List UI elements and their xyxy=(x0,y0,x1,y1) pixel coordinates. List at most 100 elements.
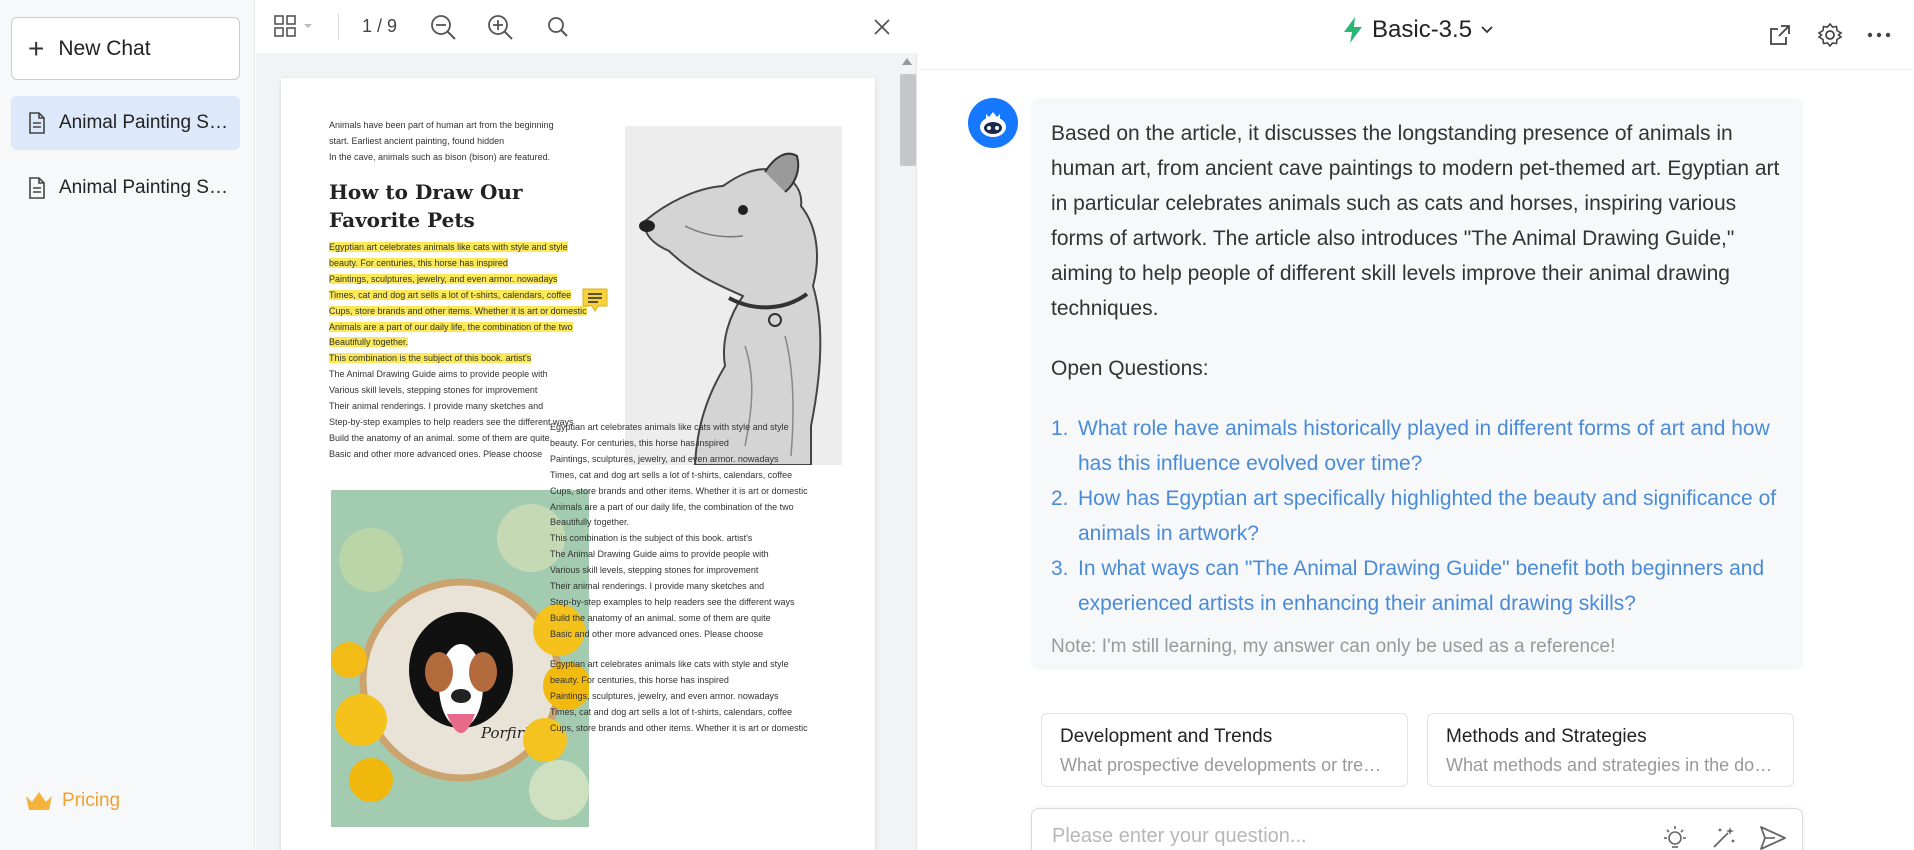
model-selector[interactable]: Basic-3.5 xyxy=(1342,16,1504,44)
pdf-text-line: Their animal renderings. I provide many … xyxy=(550,581,765,592)
bot-message: Based on the article, it discusses the l… xyxy=(1031,98,1803,670)
document-title: Animal Painting Skills xyxy=(59,177,229,198)
search-button[interactable] xyxy=(543,12,573,42)
pdf-text-line: Times, cat and dog art sells a lot of t-… xyxy=(550,469,793,480)
zoom-out-icon xyxy=(431,15,456,40)
open-question-item[interactable]: 1. What role have animals historically p… xyxy=(1051,411,1783,481)
close-icon xyxy=(874,19,890,35)
plus-icon: + xyxy=(28,32,45,64)
open-questions-title: Open Questions: xyxy=(1051,357,1209,380)
pdf-title: How to Draw Our Favorite Pets xyxy=(329,178,559,234)
new-chat-label: New Chat xyxy=(58,36,151,60)
pdf-text-line: The Animal Drawing Guide aims to provide… xyxy=(329,369,548,380)
pdf-text-line: Step-by-step examples to help readers se… xyxy=(550,596,795,607)
pdf-text-line: Egyptian art celebrates animals like cat… xyxy=(550,422,789,432)
pdf-highlighted-text[interactable]: Egyptian art celebrates animals like cat… xyxy=(329,240,587,463)
sidebar-document-item-1[interactable]: Animal Painting Skills xyxy=(11,96,240,150)
chat-header: Basic-3.5 xyxy=(918,0,1914,70)
thumbnail-grid-button[interactable] xyxy=(272,12,318,42)
more-options-button[interactable] xyxy=(1864,20,1894,50)
zoom-in-icon xyxy=(488,15,513,40)
pricing-link[interactable]: Pricing xyxy=(24,790,120,812)
pdf-text-line: Egyptian art celebrates animals like cat… xyxy=(550,659,789,669)
highlighted-line: Times, cat and dog art sells a lot of t-… xyxy=(329,289,572,300)
scroll-up-arrow[interactable] xyxy=(902,58,912,65)
search-icon xyxy=(548,17,568,37)
document-icon xyxy=(29,177,45,199)
gear-icon xyxy=(1817,22,1843,48)
pdf-title-line: Favorite Pets xyxy=(329,208,475,232)
pdf-text-line: Cups, store brands and other items. Whet… xyxy=(550,722,808,733)
grid-icon xyxy=(274,15,312,37)
zoom-in-button[interactable] xyxy=(485,12,515,42)
pdf-text-line: Cups, store brands and other items. Whet… xyxy=(550,485,808,496)
open-questions-list: 1. What role have animals historically p… xyxy=(1051,411,1783,621)
close-viewer-button[interactable] xyxy=(867,12,897,42)
open-question-item[interactable]: 2. How has Egyptian art specifically hig… xyxy=(1051,481,1783,551)
open-question-item[interactable]: 3. In what ways can "The Animal Drawing … xyxy=(1051,551,1783,621)
pdf-right-column-text-2: Egyptian art celebrates animals like cat… xyxy=(550,657,808,737)
viewer-scrollbar[interactable] xyxy=(899,58,915,850)
pdf-text-line: Basic and other more advanced ones. Plea… xyxy=(329,448,543,459)
dog-sketch-illustration xyxy=(625,126,842,465)
chat-panel: Basic-3.5 Based on the article, it discu… xyxy=(918,0,1914,850)
highlighted-line: Cups, store brands and other items. Whet… xyxy=(329,305,587,316)
highlighted-line: Beautifully together. xyxy=(329,337,409,348)
send-icon xyxy=(1760,826,1786,850)
new-chat-button[interactable]: + New Chat xyxy=(11,17,240,80)
pdf-text-line: Times, cat and dog art sells a lot of t-… xyxy=(550,706,793,717)
pdf-text-line: Animals are a part of our daily life, th… xyxy=(550,501,794,512)
chevron-down-icon xyxy=(1481,26,1493,34)
app-window: + New Chat Animal Painting Skills Animal… xyxy=(0,0,1914,850)
pdf-text-line: Build the anatomy of an animal. some of … xyxy=(329,432,550,443)
model-name: Basic-3.5 xyxy=(1372,16,1473,43)
magic-wand-button[interactable] xyxy=(1708,823,1738,850)
pdf-text-line: This combination is the subject of this … xyxy=(550,533,753,544)
question-number: 2. xyxy=(1051,487,1069,510)
pdf-text-line: Paintings, sculptures, jewelry, and even… xyxy=(550,690,779,701)
external-link-icon xyxy=(1770,25,1790,45)
suggestion-card-development[interactable]: Development and Trends What prospective … xyxy=(1041,713,1408,787)
send-button[interactable] xyxy=(1758,823,1788,850)
pdf-text-line: Step-by-step examples to help readers se… xyxy=(329,416,574,427)
pdf-viewer: 1 / 9 Animals have been part of human ar… xyxy=(256,0,917,850)
dog-sketch-image xyxy=(625,126,842,465)
tips-button[interactable] xyxy=(1660,823,1690,850)
sidebar-document-item-2[interactable]: Animal Painting Skills xyxy=(11,161,240,215)
suggestion-card-methods[interactable]: Methods and Strategies What methods and … xyxy=(1427,713,1794,787)
question-input[interactable] xyxy=(1052,825,1612,848)
pdf-page: Animals have been part of human art from… xyxy=(281,78,875,850)
question-text: What role have animals historically play… xyxy=(1078,417,1770,475)
question-text: In what ways can "The Animal Drawing Gui… xyxy=(1078,557,1765,615)
page-counter: 1 / 9 xyxy=(362,16,398,36)
annotation-note-icon[interactable] xyxy=(581,287,609,313)
document-title: Animal Painting Skills xyxy=(59,112,229,133)
suggestion-title: Methods and Strategies xyxy=(1446,726,1647,747)
pdf-text-line: Paintings, sculptures, jewelry, and even… xyxy=(550,453,779,464)
highlighted-line: This combination is the subject of this … xyxy=(329,353,532,364)
suggestion-title: Development and Trends xyxy=(1060,726,1273,747)
highlighted-line: beauty. For centuries, this horse has in… xyxy=(329,257,508,268)
pdf-text-line: Various skill levels, stepping stones fo… xyxy=(550,565,759,576)
pdf-text-line: Basic and other more advanced ones. Plea… xyxy=(550,628,764,639)
viewer-scrollbar-thumb[interactable] xyxy=(900,74,916,166)
viewer-toolbar: 1 / 9 xyxy=(256,0,917,53)
sidebar: + New Chat Animal Painting Skills Animal… xyxy=(0,0,255,850)
magic-wand-icon xyxy=(1713,827,1735,848)
open-external-button[interactable] xyxy=(1765,20,1795,50)
highlighted-line: Egyptian art celebrates animals like cat… xyxy=(329,242,568,252)
answer-text: Based on the article, it discusses the l… xyxy=(1051,122,1780,320)
document-icon xyxy=(29,112,45,134)
pdf-right-column-text: Egyptian art celebrates animals like cat… xyxy=(550,420,808,643)
pdf-text-line: Build the anatomy of an animal. some of … xyxy=(550,612,771,623)
toolbar-divider xyxy=(338,14,339,40)
zoom-out-button[interactable] xyxy=(428,12,458,42)
robot-icon xyxy=(980,112,1006,137)
pdf-text-line: In the cave, animals such as bison (biso… xyxy=(329,151,551,162)
question-number: 1. xyxy=(1051,417,1069,440)
pdf-title-line: How to Draw Our xyxy=(329,180,523,204)
crown-icon xyxy=(26,792,52,810)
chat-input-box xyxy=(1031,808,1803,850)
settings-button[interactable] xyxy=(1815,20,1845,50)
pdf-text-line: Beautifully together. xyxy=(550,517,630,528)
